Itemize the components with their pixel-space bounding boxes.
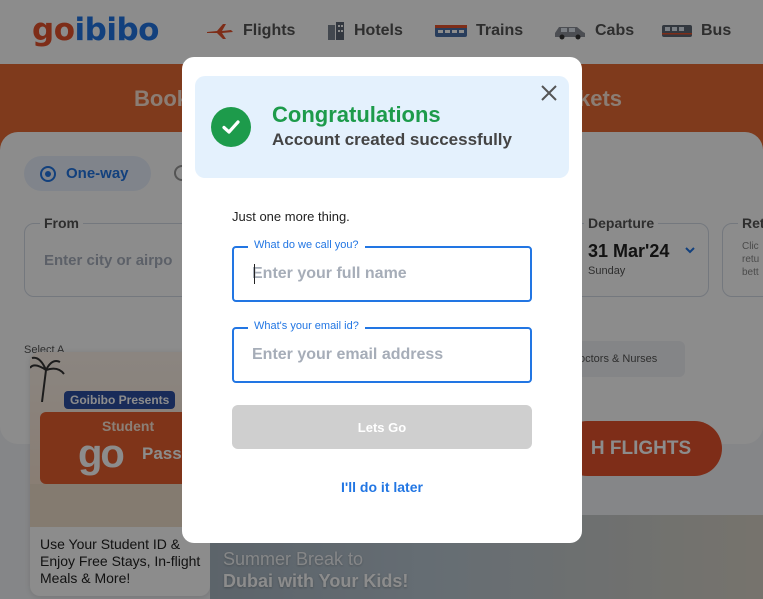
- email-input[interactable]: [252, 343, 512, 367]
- do-it-later-link[interactable]: I'll do it later: [182, 479, 582, 495]
- email-field[interactable]: What's your email id?: [232, 320, 532, 383]
- full-name-input[interactable]: [252, 262, 512, 286]
- check-circle-icon: [211, 107, 251, 147]
- close-icon: [541, 85, 557, 101]
- email-label: What's your email id?: [248, 320, 365, 332]
- modal-title: Congratulations: [272, 102, 441, 127]
- lets-go-button[interactable]: Lets Go: [232, 405, 532, 449]
- full-name-label: What do we call you?: [248, 239, 365, 251]
- account-created-modal: Congratulations Account created successf…: [182, 57, 582, 543]
- close-button[interactable]: [537, 81, 561, 105]
- modal-subtitle: Account created successfully: [272, 130, 512, 149]
- full-name-field[interactable]: What do we call you?: [232, 239, 532, 302]
- text-cursor: [254, 264, 255, 284]
- prompt-text: Just one more thing.: [232, 209, 350, 224]
- success-banner: Congratulations Account created successf…: [195, 76, 569, 178]
